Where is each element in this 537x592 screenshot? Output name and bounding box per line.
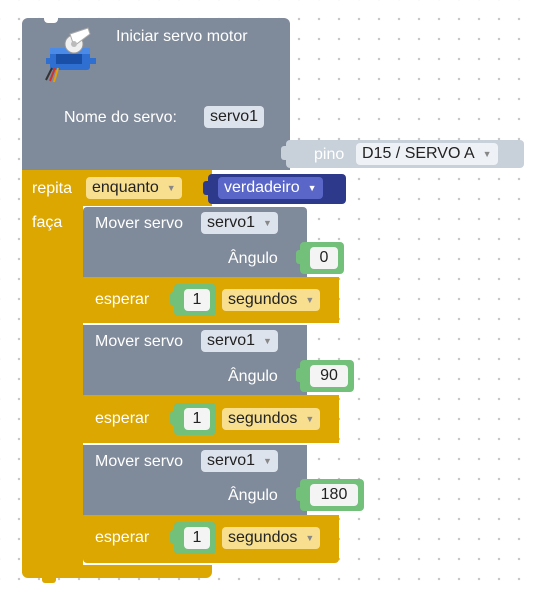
wait-unit-dropdown[interactable]: segundos ▼: [222, 289, 321, 311]
wait-value-field[interactable]: 1: [184, 408, 210, 430]
wait-value: 1: [192, 529, 202, 546]
servo-motor-icon: [44, 24, 104, 84]
wait-unit-value: segundos: [228, 529, 298, 547]
wait-label: esperar: [95, 291, 150, 308]
chevron-down-icon: ▼: [263, 336, 272, 346]
wait-label: esperar: [95, 529, 150, 546]
move-servo-dropdown[interactable]: servo1 ▼: [201, 212, 278, 234]
angle-label: Ângulo: [228, 368, 278, 385]
wait-unit-dropdown[interactable]: segundos ▼: [222, 527, 321, 549]
wait-value: 1: [192, 291, 202, 308]
angle-plug-tab: [296, 487, 303, 501]
loop-footer-notch: [42, 578, 56, 583]
wait-label: esperar: [95, 410, 150, 427]
loop-mode-dropdown[interactable]: enquanto ▼: [86, 177, 182, 199]
chevron-down-icon: ▼: [482, 149, 492, 159]
chevron-down-icon: ▼: [307, 183, 317, 193]
angle-value: 180: [320, 486, 348, 503]
servo-name-label: Nome do servo:: [64, 109, 177, 126]
condition-plug-tab: [203, 181, 211, 195]
wait-plug-tab: [170, 292, 177, 306]
move-servo-value: servo1: [207, 332, 256, 350]
chevron-down-icon: ▼: [305, 533, 315, 543]
move-servo-value: servo1: [207, 214, 256, 232]
loop-footer: [22, 565, 212, 578]
wait-unit-value: segundos: [228, 410, 298, 428]
chevron-down-icon: ▼: [305, 295, 315, 305]
condition-value: verdadeiro: [224, 179, 300, 197]
angle-value: 90: [320, 367, 338, 384]
move-servo-dropdown[interactable]: servo1 ▼: [201, 450, 278, 472]
block-top-notch: [44, 18, 58, 23]
pin-plug-tab: [281, 146, 289, 160]
chevron-down-icon: ▼: [305, 414, 315, 424]
condition-dropdown[interactable]: verdadeiro ▼: [218, 177, 323, 199]
wait-value-field[interactable]: 1: [184, 527, 210, 549]
angle-value-field[interactable]: 0: [310, 247, 338, 269]
servo-name-field[interactable]: servo1: [204, 106, 265, 128]
move-servo-dropdown[interactable]: servo1 ▼: [201, 330, 278, 352]
angle-label: Ângulo: [228, 487, 278, 504]
servo-name-value: servo1: [210, 108, 259, 125]
angle-value-field[interactable]: 180: [310, 484, 358, 506]
loop-mode-value: enquanto: [92, 179, 159, 197]
move-servo-label: Mover servo: [95, 453, 184, 470]
angle-plug-tab: [296, 368, 303, 382]
wait-value: 1: [192, 410, 202, 427]
chevron-down-icon: ▼: [166, 183, 176, 193]
pin-value: D15 / SERVO A: [362, 145, 475, 163]
wait-value-field[interactable]: 1: [184, 289, 210, 311]
move-servo-label: Mover servo: [95, 333, 184, 350]
wait-plug-tab: [170, 530, 177, 544]
angle-value-field[interactable]: 90: [310, 365, 348, 387]
chevron-down-icon: ▼: [263, 456, 272, 466]
move-servo-value: servo1: [207, 452, 256, 470]
move-servo-label: Mover servo: [95, 215, 184, 232]
do-label: faça: [32, 214, 63, 231]
wait-unit-value: segundos: [228, 291, 298, 309]
chevron-down-icon: ▼: [263, 218, 272, 228]
wait-plug-tab: [170, 411, 177, 425]
angle-plug-tab: [296, 250, 303, 264]
angle-value: 0: [319, 249, 329, 266]
wait-unit-dropdown[interactable]: segundos ▼: [222, 408, 321, 430]
repeat-label: repita: [32, 180, 73, 197]
angle-label: Ângulo: [228, 250, 278, 267]
init-servo-title: Iniciar servo motor: [116, 28, 248, 45]
pin-label: pino: [314, 146, 345, 163]
pin-dropdown[interactable]: D15 / SERVO A ▼: [356, 143, 498, 165]
loop-spine: [22, 206, 83, 573]
